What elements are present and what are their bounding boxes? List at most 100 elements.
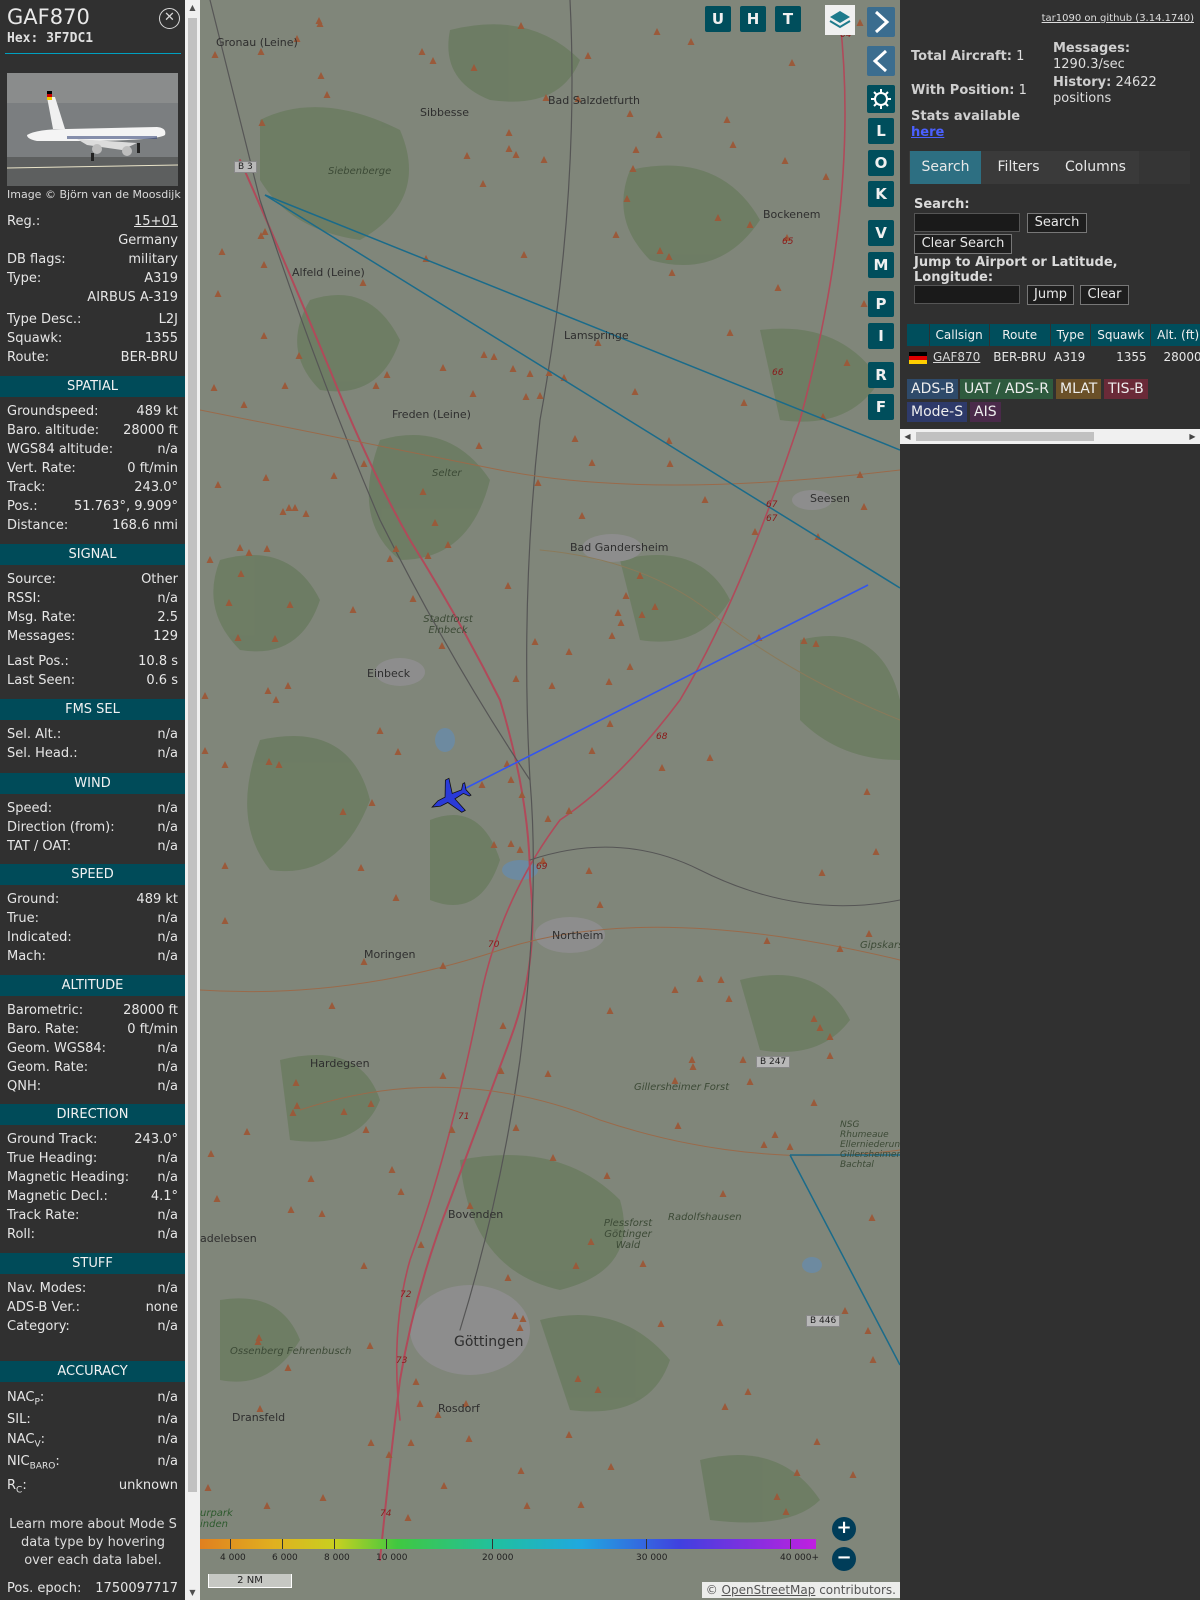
map-place-label: Gipskarst bei	[860, 940, 900, 951]
row-dbflags: DB flags: military	[7, 252, 178, 267]
altitude-row: Baro. Rate: 0 ft/min	[7, 1022, 178, 1037]
table-row[interactable]: GAF870 BER-BRU A319 1355 28000	[907, 346, 1200, 368]
toggle-u-button[interactable]: U	[705, 6, 731, 32]
tab-filters[interactable]: Filters	[985, 151, 1052, 184]
col-squawk[interactable]: Squawk	[1090, 324, 1152, 346]
settings-button[interactable]	[867, 85, 895, 113]
badge-modes: Mode-S	[907, 402, 968, 422]
section-altitude: ALTITUDE	[0, 975, 185, 996]
signal-row: Source: Other	[7, 572, 178, 587]
toggle-r-button[interactable]: R	[868, 362, 894, 388]
map-place-label: Bad Gandersheim	[570, 541, 669, 554]
registration-link[interactable]: 15+01	[134, 214, 178, 229]
scroll-left-icon[interactable]: ◀	[900, 429, 915, 444]
altitude-colorbar	[200, 1539, 816, 1549]
stats-available: Stats available	[911, 109, 1021, 124]
zoom-out-button[interactable]: −	[832, 1547, 856, 1571]
scroll-down-icon[interactable]: ▼	[185, 1585, 200, 1600]
hscroll-thumb[interactable]	[916, 432, 1094, 441]
toggle-f-button[interactable]: F	[868, 394, 894, 420]
road-label: 67	[766, 500, 778, 510]
direction-row: True Heading: n/a	[7, 1151, 178, 1166]
info-scrollbar[interactable]: ▲ ▼	[185, 0, 200, 1600]
map-place-label: Gronau (Leine)	[216, 36, 298, 49]
stats-link[interactable]: here	[911, 125, 944, 140]
map-place-label: Selter	[432, 468, 462, 479]
search-input[interactable]	[914, 213, 1020, 232]
altitude-row: Geom. Rate: n/a	[7, 1060, 178, 1075]
road-label: 67	[766, 514, 778, 524]
toggle-t-button[interactable]: T	[775, 6, 801, 32]
scrollbar-thumb[interactable]	[188, 18, 197, 1492]
github-link[interactable]: tar1090 on github (3.14.1740)	[1042, 13, 1194, 24]
toggle-i-button[interactable]: I	[868, 323, 894, 349]
colorbar-tick	[492, 1539, 493, 1549]
clear-button[interactable]: Clear	[1080, 285, 1129, 305]
colorbar-tick-label: 40 000+	[780, 1553, 820, 1563]
row-route: Route: BER-BRU	[7, 350, 178, 365]
road-label: 74	[380, 1509, 392, 1519]
info-footnote: Learn more about Mode S data type by hov…	[9, 1517, 177, 1568]
tab-columns[interactable]: Columns	[1056, 151, 1135, 184]
map-place-label: Freden (Leine)	[392, 408, 471, 421]
direction-row: Ground Track: 243.0°	[7, 1132, 178, 1147]
stuff-row: Nav. Modes: n/a	[7, 1281, 178, 1296]
row-route: BER-BRU	[993, 350, 1047, 364]
aircraft-list-panel: tar1090 on github (3.14.1740) Total Airc…	[900, 0, 1200, 1600]
altitude-row: QNH: n/a	[7, 1079, 178, 1094]
row-squawk: Squawk: 1355	[7, 331, 178, 346]
col-type[interactable]: Type	[1050, 324, 1092, 346]
jump-input[interactable]	[914, 285, 1020, 304]
row-callsign[interactable]: GAF870	[929, 346, 989, 368]
chevron-left-icon	[872, 49, 888, 73]
road-label: B 247	[756, 1056, 791, 1068]
gear-icon	[871, 89, 891, 109]
signal-row: Last Pos.: 10.8 s	[7, 654, 178, 669]
col-route[interactable]: Route	[989, 324, 1051, 346]
search-button[interactable]: Search	[1027, 213, 1087, 233]
wind-row: TAT / OAT: n/a	[7, 839, 178, 854]
row-country: Germany	[118, 233, 178, 248]
section-spatial: SPATIAL	[0, 376, 185, 397]
colorbar-tick-label: 30 000	[636, 1553, 668, 1563]
aircraft-photo[interactable]	[7, 73, 178, 186]
toggle-v-button[interactable]: V	[868, 220, 894, 246]
toggle-l-button[interactable]: L	[868, 118, 894, 144]
photo-credit: Image © Björn van de Moosdijk	[7, 188, 181, 201]
fmssel-row: Sel. Head.: n/a	[7, 746, 178, 761]
tab-extra[interactable]	[1139, 151, 1190, 184]
close-icon[interactable]: ✕	[159, 8, 180, 29]
col-callsign[interactable]: Callsign	[929, 324, 990, 346]
scroll-right-icon[interactable]: ▶	[1185, 429, 1200, 444]
expand-right-button[interactable]	[867, 7, 895, 37]
jump-button[interactable]: Jump	[1027, 285, 1074, 305]
map-place-label: Rosdorf	[438, 1402, 480, 1415]
map[interactable]: Gronau (Leine) Bad Salzdetfurth Sibbesse Si…	[200, 0, 900, 1600]
spatial-row: Vert. Rate: 0 ft/min	[7, 461, 178, 476]
row-type-full: AIRBUS A-319	[87, 290, 178, 305]
spatial-row: Track: 243.0°	[7, 480, 178, 495]
toggle-o-button[interactable]: O	[868, 150, 894, 176]
zoom-in-button[interactable]: +	[832, 1517, 856, 1541]
collapse-left-button[interactable]	[867, 46, 895, 76]
map-place-label: Einbeck	[367, 667, 411, 680]
table-header: Callsign Route Type Squawk Alt. (ft) S	[907, 324, 1200, 346]
road-label: 70	[488, 940, 500, 950]
badge-mlat: MLAT	[1056, 379, 1102, 399]
col-alt[interactable]: Alt. (ft)	[1150, 324, 1200, 346]
speed-row: True: n/a	[7, 911, 178, 926]
table-hscrollbar[interactable]: ◀ ▶	[900, 429, 1200, 444]
osm-link[interactable]: OpenStreetMap	[722, 1583, 816, 1597]
toggle-k-button[interactable]: K	[868, 181, 894, 207]
scroll-up-icon[interactable]: ▲	[185, 0, 200, 15]
layers-button[interactable]	[825, 5, 855, 35]
toggle-m-button[interactable]: M	[868, 252, 894, 278]
tab-search[interactable]: Search	[910, 151, 981, 184]
col-flag[interactable]	[907, 324, 930, 346]
toggle-p-button[interactable]: P	[868, 291, 894, 317]
messages-label: Messages:	[1053, 41, 1131, 56]
road-label: 71	[458, 1112, 470, 1122]
altitude-row: Geom. WGS84: n/a	[7, 1041, 178, 1056]
clear-search-button[interactable]: Clear Search	[914, 234, 1012, 254]
toggle-h-button[interactable]: H	[740, 6, 766, 32]
